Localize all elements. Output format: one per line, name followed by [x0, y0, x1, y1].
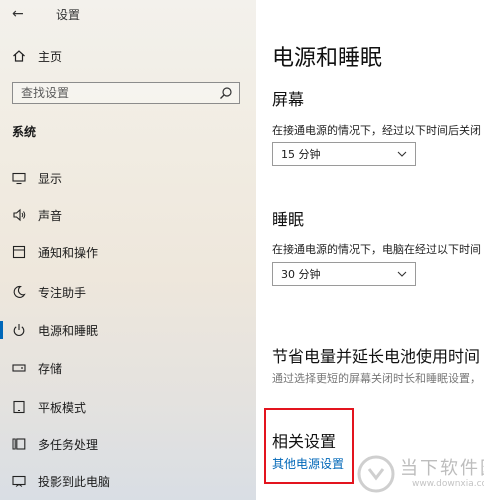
sidebar-item-label: 显示: [38, 171, 63, 186]
sidebar-item-label: 多任务处理: [38, 437, 99, 452]
home-icon: [10, 47, 28, 65]
sidebar-item-label: 专注助手: [38, 285, 87, 300]
screen-timeout-dropdown[interactable]: 15 分钟: [272, 142, 416, 166]
sleep-timeout-value: 30 分钟: [281, 268, 321, 281]
sidebar-item-home[interactable]: 主页: [10, 45, 62, 67]
page-title: 电源和睡眠: [272, 46, 383, 71]
screen-heading: 屏幕: [272, 90, 305, 109]
monitor-icon: [10, 169, 28, 187]
sidebar-item-storage[interactable]: 存储: [10, 357, 62, 379]
sidebar-item-label: 投影到此电脑: [38, 474, 111, 489]
sleep-heading: 睡眠: [272, 210, 305, 229]
search-icon[interactable]: [219, 86, 233, 100]
home-label: 主页: [38, 49, 63, 64]
sidebar-item-label: 电源和睡眠: [38, 323, 99, 338]
chevron-down-icon: [397, 151, 407, 157]
power-icon: [10, 321, 28, 339]
title-bar: ← 设置: [12, 7, 81, 22]
settings-content: 电源和睡眠 屏幕 在接通电源的情况下，经过以下时间后关闭 15 分钟 睡眠 在接…: [256, 0, 484, 500]
project-icon: [10, 472, 28, 490]
back-arrow-icon[interactable]: ←: [12, 7, 28, 21]
sidebar-item-project-to-pc[interactable]: 投影到此电脑: [10, 470, 110, 492]
window-title: 设置: [56, 7, 81, 22]
sidebar-item-multitasking[interactable]: 多任务处理: [10, 433, 98, 455]
additional-power-settings-link[interactable]: 其他电源设置: [272, 455, 344, 472]
notification-icon: [10, 243, 28, 261]
sidebar-item-display[interactable]: 显示: [10, 167, 62, 189]
screen-description: 在接通电源的情况下，经过以下时间后关闭: [272, 124, 481, 137]
sidebar-item-notifications[interactable]: 通知和操作: [10, 241, 98, 263]
chevron-down-icon: [397, 271, 407, 277]
sleep-description: 在接通电源的情况下，电脑在经过以下时间: [272, 243, 481, 256]
sidebar-item-sound[interactable]: 声音: [10, 204, 62, 226]
battery-saving-heading: 节省电量并延长电池使用时间: [272, 347, 481, 366]
sidebar-item-focus-assist[interactable]: 专注助手: [10, 281, 86, 303]
sleep-timeout-dropdown[interactable]: 30 分钟: [272, 262, 416, 286]
watermark-logo-icon: [357, 455, 395, 493]
navigation-pane: ← 设置 主页 系统 显示 声音 通知和操作 专注助手: [0, 0, 256, 500]
sidebar-item-power-sleep[interactable]: 电源和睡眠: [10, 319, 98, 341]
moon-icon: [10, 283, 28, 301]
watermark-url: www.downxia.com: [412, 479, 484, 489]
watermark-text: 当下软件园: [400, 458, 484, 479]
search-box[interactable]: [12, 82, 240, 104]
battery-saving-description: 通过选择更短的屏幕关闭时长和睡眠设置，: [272, 372, 481, 385]
selection-indicator: [0, 321, 3, 339]
sidebar-item-label: 声音: [38, 208, 63, 223]
sidebar-item-label: 通知和操作: [38, 245, 99, 260]
related-settings-heading: 相关设置: [272, 432, 337, 451]
section-title-system: 系统: [12, 125, 37, 139]
speaker-icon: [10, 206, 28, 224]
multitask-icon: [10, 435, 28, 453]
search-input[interactable]: [13, 83, 221, 103]
sidebar-item-tablet-mode[interactable]: 平板模式: [10, 396, 86, 418]
sidebar-item-label: 平板模式: [38, 400, 87, 415]
watermark: 当下软件园 www.downxia.com: [352, 452, 484, 496]
sidebar-item-label: 存储: [38, 361, 63, 376]
tablet-icon: [10, 398, 28, 416]
storage-icon: [10, 359, 28, 377]
screen-timeout-value: 15 分钟: [281, 148, 321, 161]
